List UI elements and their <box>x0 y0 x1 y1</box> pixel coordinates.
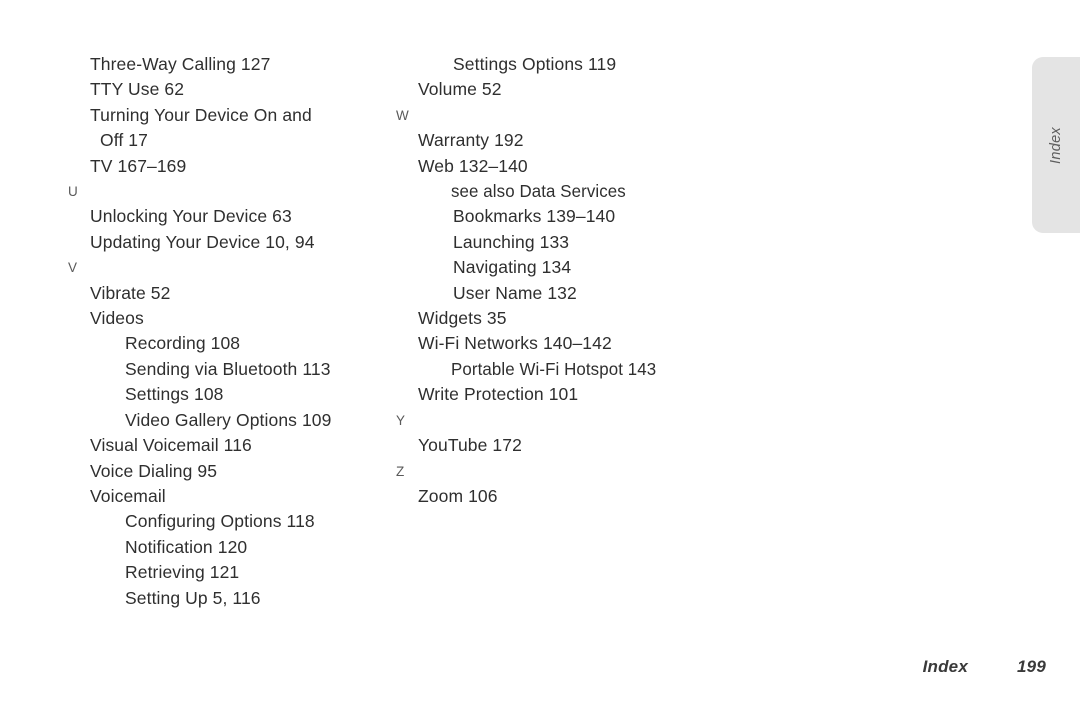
page-footer: Index 199 <box>0 657 1046 677</box>
index-entry: Configuring Options 118 <box>125 511 315 532</box>
index-column-right: Settings Options 119 Volume 52 W Warranty 1… <box>396 52 696 509</box>
index-entry: Web 132–140 <box>418 155 528 176</box>
index-entry: Setting Up 5, 116 <box>125 587 261 608</box>
index-entry: Retrieving 121 <box>125 562 240 583</box>
index-letter-heading: U <box>68 184 78 200</box>
index-entry: Vibrate 52 <box>90 282 171 303</box>
index-entry: Settings 108 <box>125 384 224 405</box>
index-entry: Turning Your Device On and <box>90 104 312 125</box>
index-entry: Navigating 134 <box>453 257 572 278</box>
index-entry: TV 167–169 <box>90 155 187 176</box>
index-entry: Recording 108 <box>125 333 241 354</box>
index-entry: YouTube 172 <box>418 435 522 456</box>
index-letter-heading: Y <box>396 412 406 428</box>
index-entry: Updating Your Device 10, 94 <box>90 231 315 252</box>
index-entry: Videos <box>90 308 144 329</box>
index-letter-heading: Z <box>396 463 405 479</box>
index-letter-heading: V <box>68 260 78 276</box>
side-index-tab[interactable]: Index <box>1032 57 1080 233</box>
side-index-tab-label: Index <box>1032 57 1080 233</box>
index-entry: Settings Options 119 <box>453 54 617 74</box>
index-page: Three-Way Calling 127 TTY Use 62 Turning Y… <box>0 0 1080 720</box>
index-entry: Zoom 106 <box>418 485 498 506</box>
index-entry: Video Gallery Options 109 <box>125 409 332 430</box>
index-entry: Notification 120 <box>125 536 248 557</box>
index-column-left: Three-Way Calling 127 TTY Use 62 Turning Y… <box>68 52 368 611</box>
index-entry: Off 17 <box>100 130 148 151</box>
index-letter-heading: W <box>396 107 409 123</box>
index-entry: Launching 133 <box>453 231 570 252</box>
index-entry: User Name 132 <box>453 282 577 303</box>
index-entry: Portable Wi-Fi Hotspot 143 <box>451 358 657 379</box>
index-entry: Sending via Bluetooth 113 <box>125 358 331 379</box>
index-entry: Unlocking Your Device 63 <box>90 206 292 227</box>
index-entry: Wi-Fi Networks 140–142 <box>418 333 612 354</box>
index-entry: see also Data Services <box>451 181 626 202</box>
index-entry: Visual Voicemail 116 <box>90 435 252 456</box>
index-entry: Widgets 35 <box>418 308 507 329</box>
index-entry: Warranty 192 <box>418 130 524 151</box>
footer-page-number: 199 <box>1017 657 1046 676</box>
index-entry: TTY Use 62 <box>90 79 185 100</box>
side-index-tab-text: Index <box>1048 126 1064 164</box>
index-entry: Three-Way Calling 127 <box>90 54 271 74</box>
index-entry: Voice Dialing 95 <box>90 460 218 481</box>
index-entry: Write Protection 101 <box>418 384 579 405</box>
index-entry: Bookmarks 139–140 <box>453 206 616 227</box>
footer-section-label: Index <box>922 657 968 676</box>
index-entry: Voicemail <box>90 485 166 506</box>
index-entry: Volume 52 <box>418 79 502 100</box>
